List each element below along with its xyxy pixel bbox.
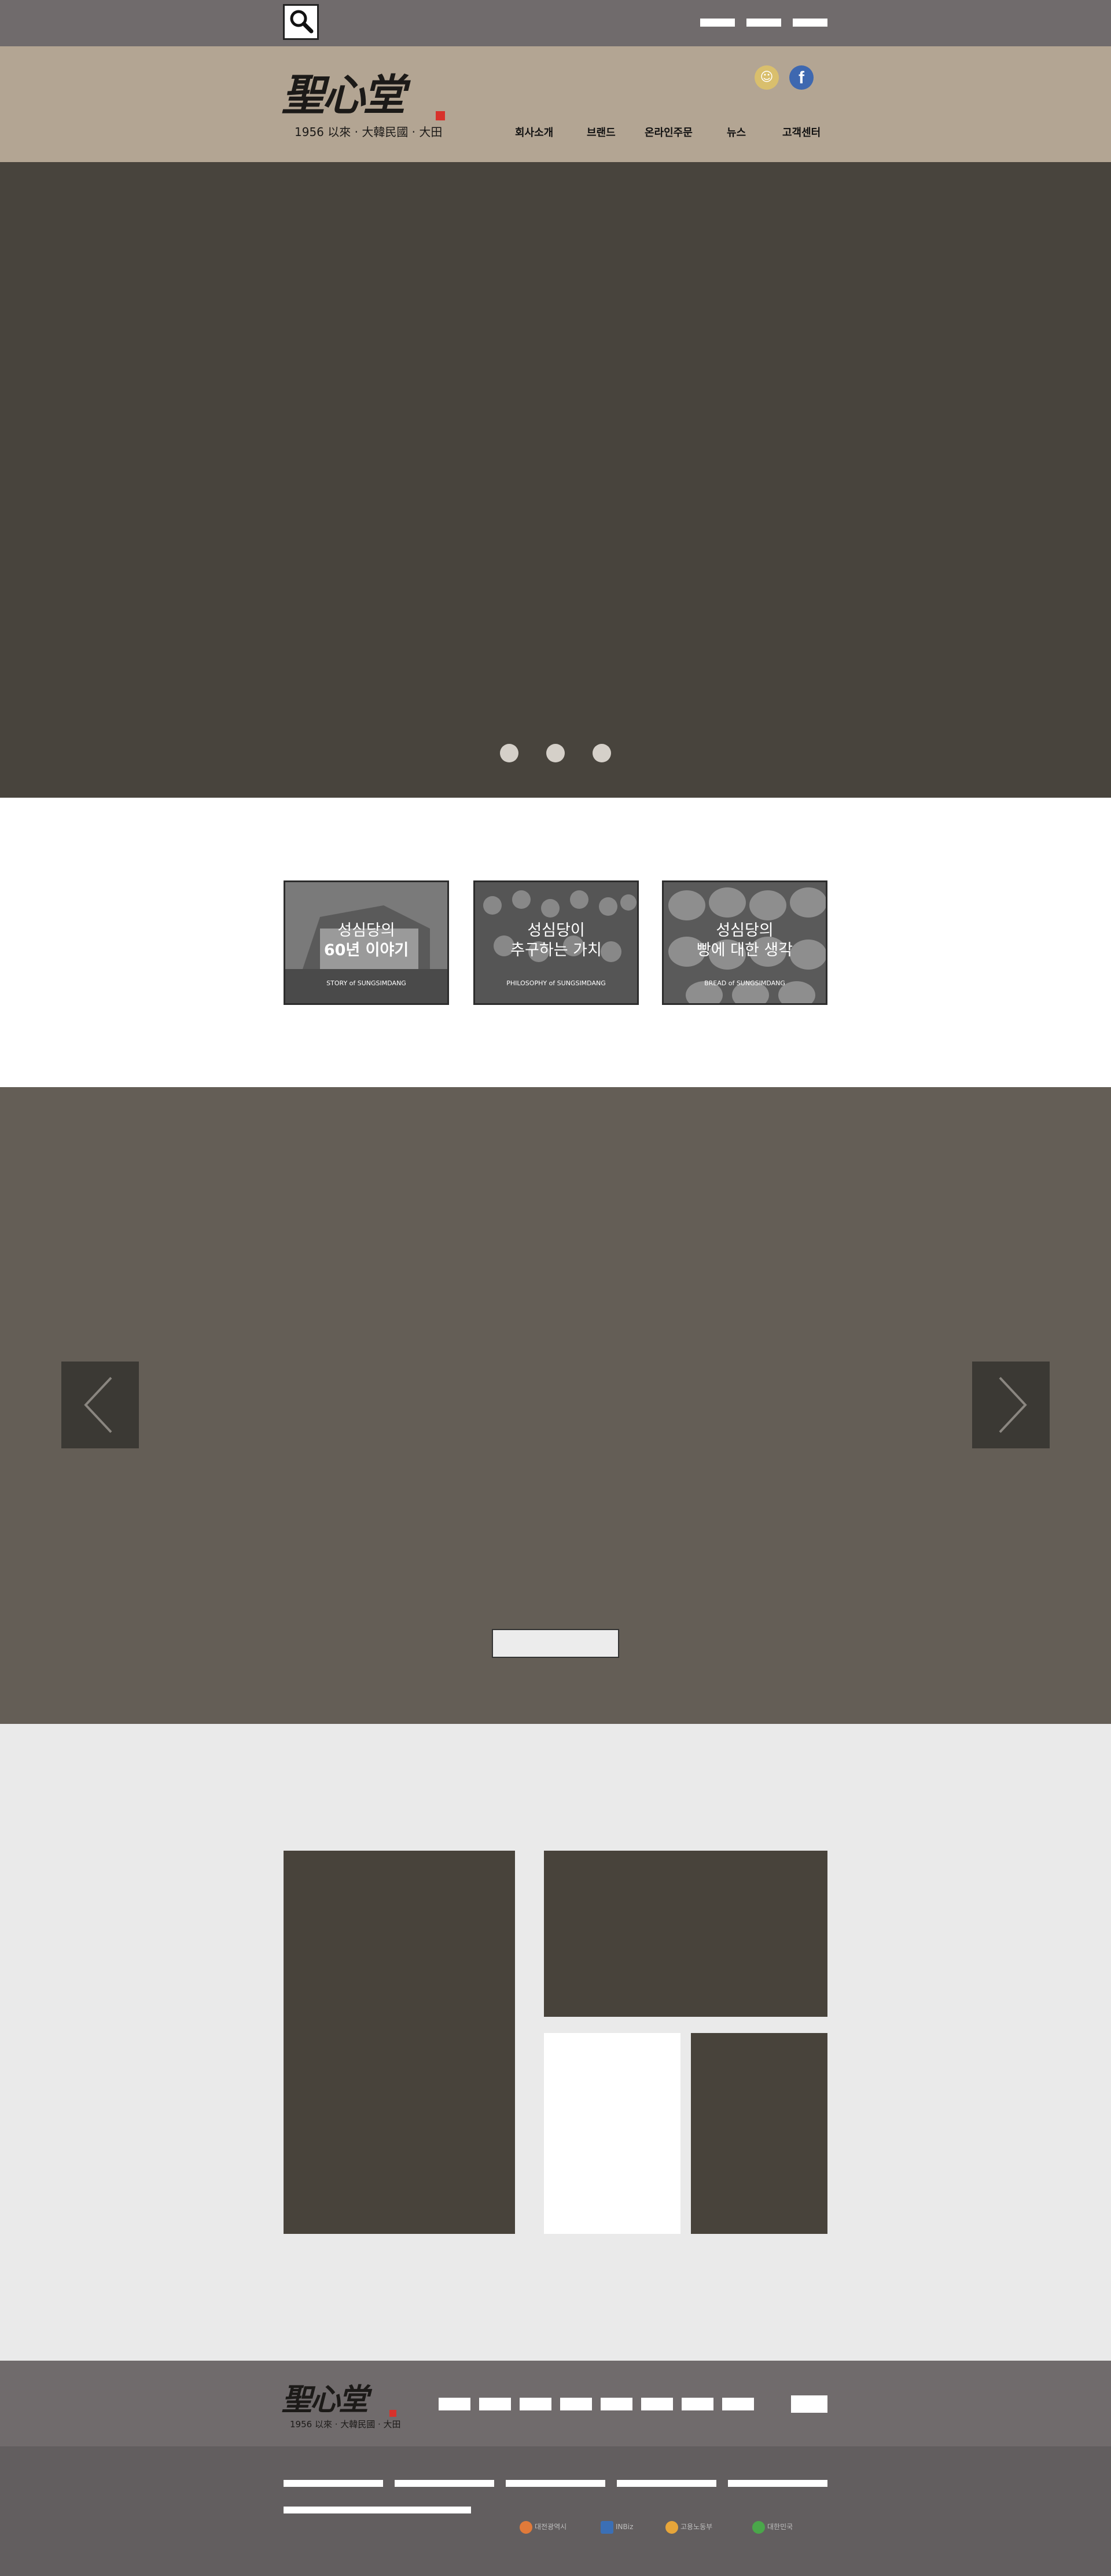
partner-logo-inbiz[interactable]: INBiz [601, 2518, 633, 2535]
logo-seal [436, 111, 445, 120]
feature-tile-large[interactable] [284, 1851, 515, 2234]
footer-link-8[interactable] [722, 2398, 754, 2410]
feature-tile-wide[interactable] [544, 1851, 827, 2017]
footer-info-line [617, 2480, 716, 2487]
footer-link-4[interactable] [560, 2398, 592, 2410]
footer-top-bar [0, 2361, 1111, 2446]
sms-icon[interactable]: ☺ [755, 65, 779, 90]
partner-logo-korea[interactable]: 대한민국 [752, 2518, 793, 2535]
card-caption: BREAD of SUNGSIMDANG [704, 979, 785, 987]
brand-logo[interactable]: 聖心堂 1956 以來 · 大韓民國 · 大田 [282, 69, 450, 145]
nav-item-news[interactable]: 뉴스 [727, 124, 746, 140]
daejeon-logo-icon [520, 2520, 532, 2534]
card-caption: STORY of SUNGSIMDANG [326, 979, 406, 987]
footer-link-6[interactable] [641, 2398, 673, 2410]
story-card-philosophy[interactable]: 성심당이 추구하는 가치 PHILOSOPHY of SUNGSIMDANG [473, 880, 639, 1005]
hero-dot-2[interactable] [546, 744, 565, 762]
nav-item-online-order[interactable]: 온라인주문 [645, 124, 693, 140]
slider-next-button[interactable] [972, 1362, 1050, 1448]
promo-slider [0, 1087, 1111, 1724]
hero-banner [0, 162, 1111, 798]
partner-label: 고용노동부 [680, 2523, 713, 2531]
logo-wordmark: 聖心堂 [282, 71, 406, 120]
slider-action-button[interactable] [492, 1629, 619, 1658]
footer-link-2[interactable] [479, 2398, 511, 2410]
story-card-history[interactable]: 성심당의 60년 이야기 STORY of SUNGSIMDANG [284, 880, 449, 1005]
util-link-2[interactable] [746, 19, 781, 27]
card-title-line2: 60년 이야기 [323, 941, 409, 959]
feature-tile-white[interactable] [544, 2033, 680, 2234]
card-title-line1: 성심당이 [527, 922, 585, 940]
partner-label: INBiz [616, 2523, 634, 2531]
inbiz-logo-icon [601, 2520, 613, 2534]
nav-item-customer-center[interactable]: 고객센터 [782, 124, 821, 140]
card-title-line2: 추구하는 가치 [510, 941, 602, 959]
util-link-1[interactable] [700, 19, 735, 27]
footer-info-line [284, 2480, 383, 2487]
partner-logo-daejeon[interactable]: 대전광역시 [520, 2518, 566, 2535]
labor-ministry-logo-icon [665, 2520, 678, 2534]
footer-info-line [395, 2480, 494, 2487]
footer-link-3[interactable] [520, 2398, 551, 2410]
footer-link-5[interactable] [601, 2398, 632, 2410]
site-header [0, 46, 1111, 162]
footer-info-line [284, 2507, 471, 2513]
footer-logo-seal [389, 2410, 396, 2417]
card-title-line1: 성심당의 [716, 922, 774, 940]
partner-label: 대한민국 [767, 2523, 793, 2531]
footer-info-line [506, 2480, 605, 2487]
footer-logo-wordmark: 聖心堂 [282, 2382, 369, 2417]
feature-tile-small[interactable] [691, 2033, 827, 2234]
card-title-line1: 성심당의 [337, 922, 395, 940]
footer-bottom [0, 2446, 1111, 2576]
footer-logo-subtitle: 1956 以來 · 大韓民國 · 大田 [290, 2419, 401, 2430]
footer-logo[interactable]: 聖心堂 1956 以來 · 大韓民國 · 大田 [282, 2382, 409, 2434]
korea-logo-icon [752, 2520, 765, 2534]
slider-prev-button[interactable] [61, 1362, 139, 1448]
util-link-3[interactable] [793, 19, 827, 27]
footer-info-line [728, 2480, 827, 2487]
card-caption: PHILOSOPHY of SUNGSIMDANG [506, 979, 606, 987]
footer-link-9[interactable] [791, 2395, 827, 2413]
chevron-left-icon [84, 1377, 112, 1433]
chevron-right-icon [999, 1377, 1027, 1433]
card-title-line2: 빵에 대한 생각 [696, 941, 793, 959]
story-card-bread[interactable]: 성심당의 빵에 대한 생각 BREAD of SUNGSIMDANG [662, 880, 827, 1005]
nav-item-brand[interactable]: 브랜드 [587, 124, 616, 140]
search-icon [290, 10, 314, 34]
nav-item-company[interactable]: 회사소개 [515, 124, 553, 140]
logo-subtitle: 1956 以來 · 大韓民國 · 大田 [295, 125, 443, 139]
partner-label: 대전광역시 [535, 2523, 567, 2531]
facebook-icon[interactable]: f [789, 65, 814, 90]
partner-logo-labor[interactable]: 고용노동부 [665, 2518, 712, 2535]
footer-link-1[interactable] [439, 2398, 470, 2410]
hero-dot-3[interactable] [593, 744, 611, 762]
footer-link-7[interactable] [682, 2398, 713, 2410]
top-utility-bar [0, 0, 1111, 46]
hero-dot-1[interactable] [500, 744, 518, 762]
search-button[interactable] [283, 4, 319, 40]
